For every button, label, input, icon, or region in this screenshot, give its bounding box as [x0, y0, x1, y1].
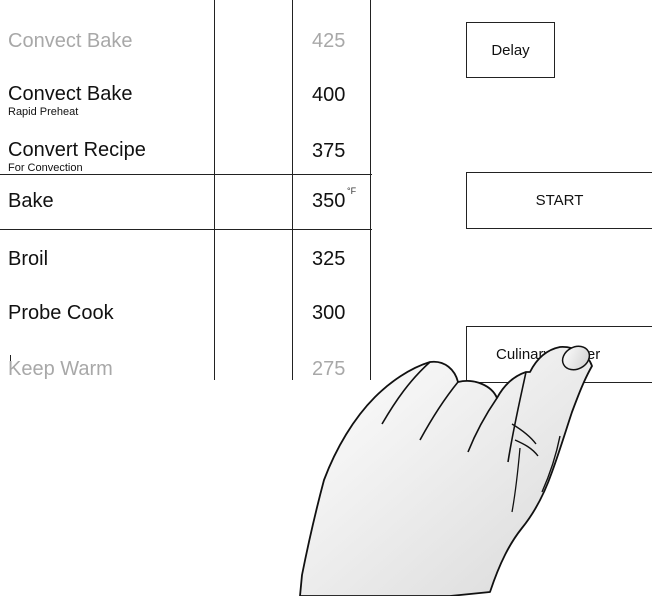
selection-band-bottom — [0, 229, 372, 230]
mode-item-sublabel: Rapid Preheat — [8, 106, 79, 118]
temp-item[interactable]: 400 — [312, 84, 345, 106]
mode-item-convert-recipe[interactable]: Convert Recipe — [8, 139, 146, 161]
selection-band-top — [0, 174, 372, 175]
temp-list-left-border — [292, 0, 293, 380]
temp-item[interactable]: 275 — [312, 358, 345, 380]
temperature-unit: °F — [347, 186, 357, 196]
mode-list-right-border — [214, 0, 215, 380]
temp-item[interactable]: 300 — [312, 302, 345, 324]
delay-button[interactable]: Delay — [466, 22, 555, 78]
culinary-center-button[interactable]: Culinary Center — [466, 326, 652, 383]
temp-list-right-border — [370, 0, 371, 380]
mode-item-keep-warm[interactable]: Keep Warm — [8, 358, 113, 380]
start-button[interactable]: START — [466, 172, 652, 229]
temp-item[interactable]: 325 — [312, 248, 345, 270]
mode-item-probe-cook[interactable]: Probe Cook — [8, 302, 114, 324]
mode-item-sublabel: For Convection — [8, 162, 83, 174]
mode-item-convect-bake-rapid-preheat[interactable]: Convect Bake — [8, 83, 133, 105]
mode-item-convect-bake[interactable]: Convect Bake — [8, 30, 133, 52]
temp-item[interactable]: 425 — [312, 30, 345, 52]
mode-item-bake[interactable]: Bake — [8, 190, 54, 212]
mode-item-broil[interactable]: Broil — [8, 248, 48, 270]
temp-item[interactable]: 375 — [312, 140, 345, 162]
temp-item-selected[interactable]: 350 — [312, 190, 345, 212]
